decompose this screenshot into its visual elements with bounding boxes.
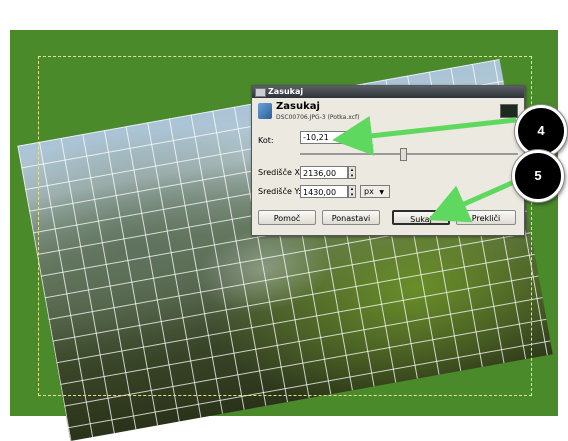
angle-input[interactable]	[300, 131, 348, 144]
center-x-input[interactable]: 2136,00	[300, 166, 348, 179]
spin-arrows-icon[interactable]: ▴ ▾	[348, 166, 356, 179]
help-button[interactable]: Pomoč	[258, 210, 316, 225]
rotate-tool-icon	[258, 103, 272, 119]
spin-arrows-icon[interactable]: ▴ ▾	[348, 185, 356, 198]
angle-label: Kot:	[258, 136, 274, 145]
unit-select[interactable]: px ▼	[360, 185, 390, 198]
image-thumbnail	[500, 104, 518, 118]
dialog-titlebar[interactable]: Zasukaj	[252, 86, 524, 98]
dialog-header-title: Zasukaj	[276, 101, 320, 112]
dialog-header-subtitle: DSC00706.JPG-3 (Potka.xcf)	[276, 114, 360, 121]
cancel-button[interactable]: Prekliči	[456, 210, 516, 225]
rotate-button[interactable]: Sukaj	[392, 210, 450, 225]
dialog-header: Zasukaj DSC00706.JPG-3 (Potka.xcf)	[252, 98, 524, 126]
angle-slider-track[interactable]	[300, 153, 518, 155]
dialog-window-title: Zasukaj	[268, 87, 304, 96]
reset-button[interactable]: Ponastavi	[322, 210, 380, 225]
window-icon	[255, 88, 266, 97]
rotate-dialog: Zasukaj Zasukaj DSC00706.JPG-3 (Potka.xc…	[251, 85, 525, 236]
step-callout-5: 5	[512, 150, 564, 202]
angle-slider-handle[interactable]	[400, 148, 407, 161]
center-x-label: Središče X:	[258, 168, 303, 177]
unit-value: px	[364, 187, 374, 196]
dropdown-arrow-icon: ▼	[379, 189, 384, 196]
center-y-label: Središče Y:	[258, 187, 301, 196]
center-y-input[interactable]: 1430,00	[300, 185, 348, 198]
